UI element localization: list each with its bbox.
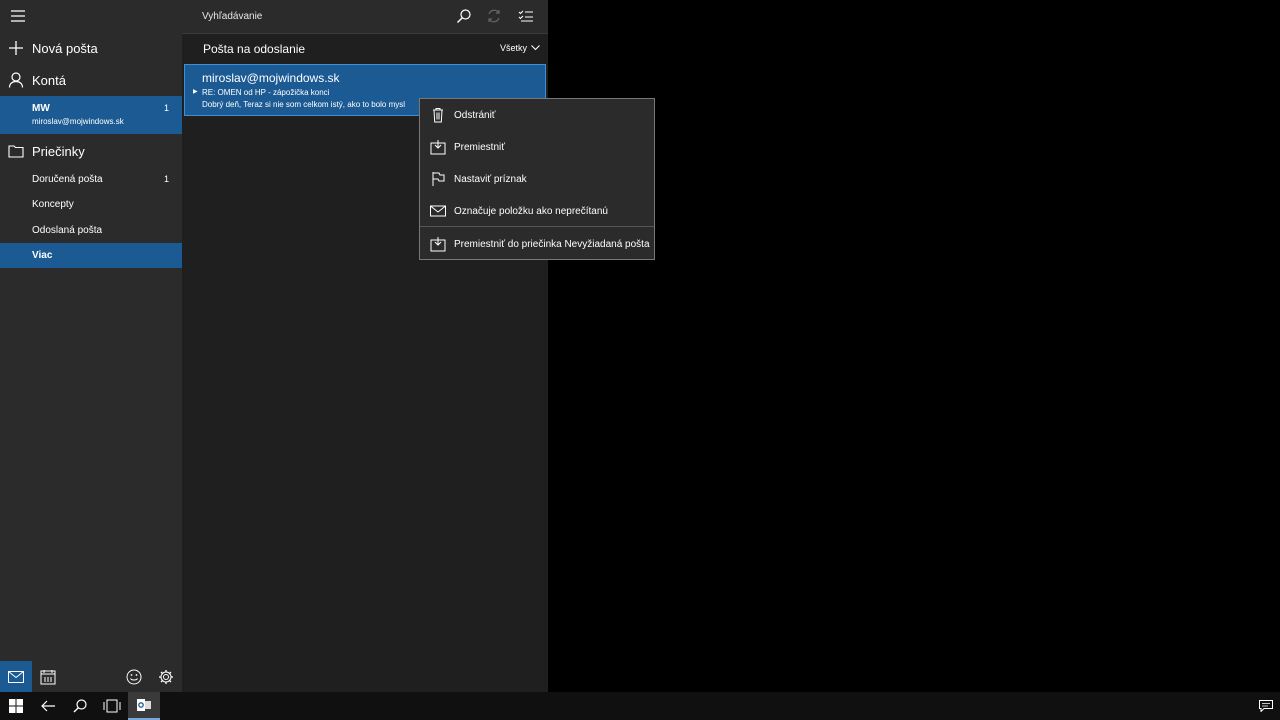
taskbar	[0, 692, 1280, 720]
context-menu: Odstrániť Premiestniť Nastaviť príznak O…	[419, 98, 655, 260]
menu-item-move[interactable]: Premiestniť	[420, 133, 654, 161]
action-center-icon[interactable]	[1250, 692, 1280, 720]
search-icon[interactable]	[64, 692, 96, 720]
message-subject: RE: OMEN od HP - zápožička konci	[202, 88, 330, 97]
message-sender: miroslav@mojwindows.sk	[202, 71, 340, 85]
app-switcher-bar	[0, 661, 182, 692]
feedback-smiley-icon[interactable]	[118, 661, 150, 692]
search-icon[interactable]	[456, 8, 472, 24]
start-windows-icon[interactable]	[0, 692, 32, 720]
filter-label: Všetky	[499, 43, 527, 53]
mail-icon[interactable]	[0, 661, 32, 692]
person-icon	[8, 72, 24, 88]
menu-item-mark-unread[interactable]: Označuje položku ako neprečítanú	[420, 197, 654, 225]
flag-icon	[430, 171, 446, 187]
search-input[interactable]: Vyhľadávanie	[202, 11, 262, 22]
menu-item-label: Premiestniť do priečinka Nevyžiadaná poš…	[454, 238, 650, 250]
folder-label: Viac	[32, 250, 53, 261]
trash-icon	[430, 107, 446, 123]
envelope-icon	[430, 203, 446, 219]
menu-item-delete[interactable]: Odstrániť	[420, 101, 654, 129]
folder-item-sent[interactable]: Odoslaná pošta	[0, 218, 182, 243]
account-unread-count: 1	[163, 103, 169, 113]
accounts-button[interactable]: Kontá	[0, 70, 182, 90]
junk-move-icon	[430, 236, 446, 252]
calendar-icon[interactable]	[32, 661, 64, 692]
folder-item-drafts[interactable]: Koncepty	[0, 192, 182, 217]
back-arrow-icon[interactable]	[32, 692, 64, 720]
folder-title: Pošta na odoslanie	[203, 42, 306, 56]
menu-item-set-flag[interactable]: Nastaviť príznak	[420, 165, 654, 193]
move-icon	[430, 139, 446, 155]
new-mail-label: Nová pošta	[32, 40, 98, 56]
menu-item-label: Odstrániť	[454, 109, 496, 121]
account-name: MW	[32, 103, 50, 114]
outlook-app-icon[interactable]	[128, 692, 160, 720]
thread-expand-icon[interactable]: ▶	[193, 88, 198, 95]
folder-label: Koncepty	[32, 199, 74, 210]
task-view-icon[interactable]	[96, 692, 128, 720]
account-email: miroslav@mojwindows.sk	[32, 117, 124, 126]
sync-icon[interactable]	[486, 8, 502, 24]
folder-label: Doručená pošta	[32, 174, 103, 185]
folder-item-inbox[interactable]: Doručená pošta 1	[0, 167, 182, 192]
folders-button[interactable]: Priečinky	[0, 141, 182, 161]
account-item[interactable]: MW miroslav@mojwindows.sk 1	[0, 96, 182, 134]
menu-item-label: Označuje položku ako neprečítanú	[454, 205, 608, 217]
selection-mode-icon[interactable]	[518, 8, 534, 24]
settings-gear-icon[interactable]	[150, 661, 182, 692]
accounts-label: Kontá	[32, 72, 66, 88]
folder-item-more[interactable]: Viac	[0, 243, 182, 268]
message-preview: Dobrý deň, Teraz si nie som celkom istý,…	[202, 100, 406, 109]
folder-count: 1	[163, 174, 169, 184]
chevron-down-icon	[531, 45, 540, 51]
folder-icon	[8, 143, 24, 159]
menu-item-move-to-junk[interactable]: Premiestniť do priečinka Nevyžiadaná poš…	[420, 230, 654, 258]
search-bar: Vyhľadávanie	[182, 0, 548, 34]
folder-label: Odoslaná pošta	[32, 225, 103, 236]
folders-label: Priečinky	[32, 143, 85, 159]
navigation-sidebar: Nová pošta Kontá MW miroslav@mojwindows.…	[0, 0, 182, 692]
menu-separator	[420, 226, 654, 227]
hamburger-menu-icon[interactable]	[8, 6, 28, 26]
plus-icon	[8, 40, 24, 56]
menu-item-label: Premiestniť	[454, 141, 505, 153]
filter-dropdown[interactable]: Všetky	[500, 43, 540, 53]
new-mail-button[interactable]: Nová pošta	[0, 38, 182, 58]
menu-item-label: Nastaviť príznak	[454, 173, 527, 185]
